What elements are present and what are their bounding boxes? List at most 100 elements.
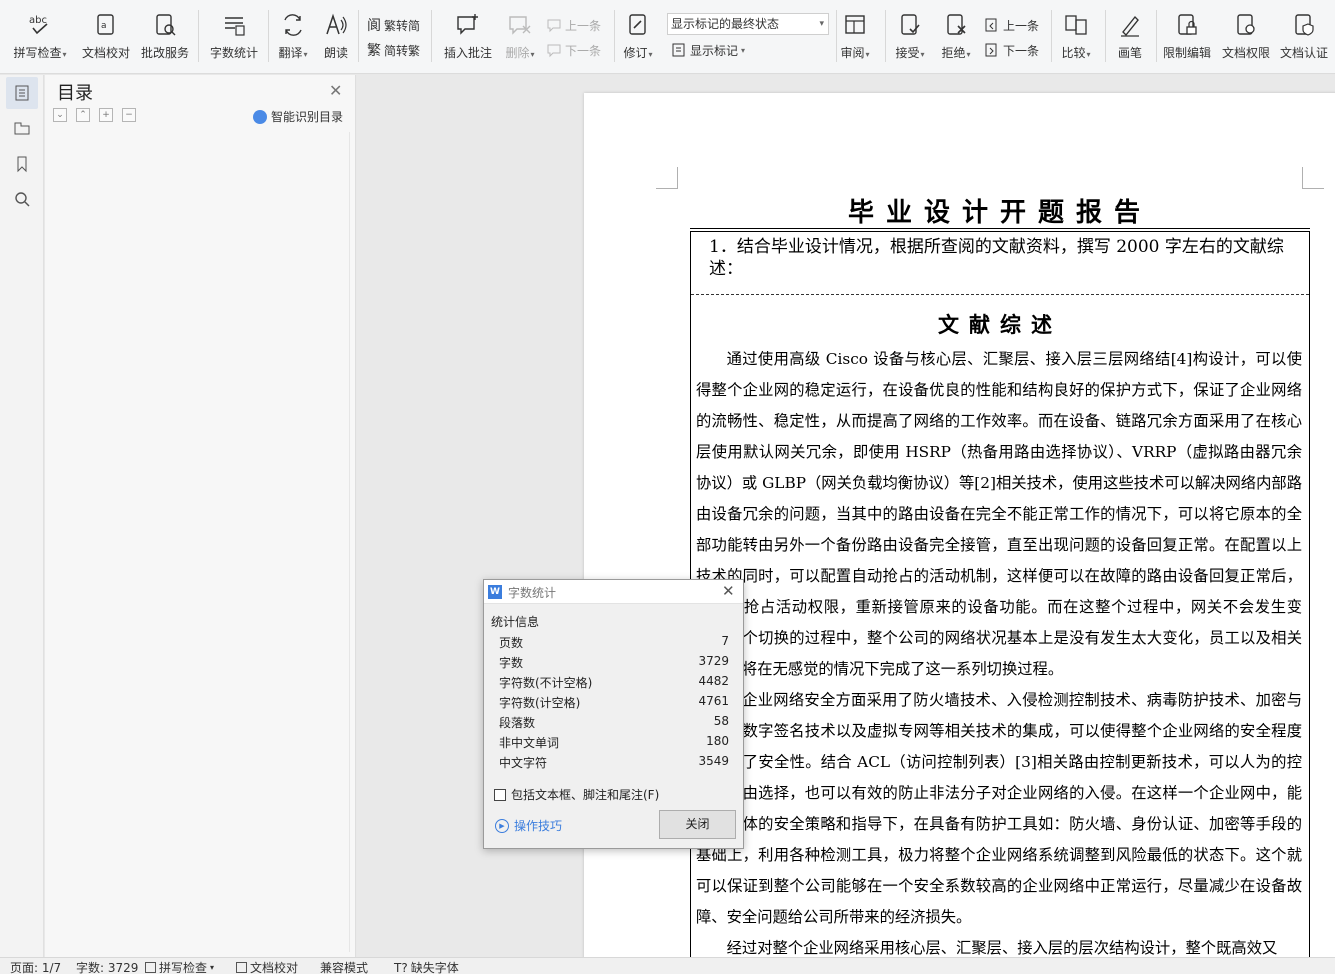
ribbon-separator bbox=[358, 10, 359, 62]
delete-comment-button[interactable]: 删除 bbox=[490, 8, 550, 64]
smart-icon bbox=[253, 109, 267, 124]
next-change-icon bbox=[985, 43, 997, 57]
prev-change-button[interactable]: 上一条 bbox=[984, 15, 1039, 35]
checkbox-icon bbox=[145, 962, 156, 973]
cell-divider bbox=[691, 294, 1309, 295]
accept-icon bbox=[901, 14, 920, 35]
lock-doc-icon bbox=[1178, 14, 1197, 35]
stats-row: 段落数 58 bbox=[499, 714, 729, 734]
proof-icon bbox=[236, 962, 247, 973]
simp-to-trad-button[interactable]: 繁 简转繁 bbox=[367, 40, 420, 60]
next-change-button[interactable]: 下一条 bbox=[984, 40, 1039, 60]
stats-row-value: 4482 bbox=[698, 674, 729, 688]
reject-button[interactable]: 拒绝 bbox=[926, 8, 986, 64]
ribbon-toolbar: abc 拼写检查 a 文档校对 批改服务 字数统计 翻译 朗读 阆 繁转简 繁 … bbox=[0, 0, 1335, 74]
dialog-titlebar[interactable]: W 字数统计 ✕ bbox=[484, 580, 743, 604]
stats-row-label: 中文字符 bbox=[499, 756, 548, 770]
simp-to-trad-label: 简转繁 bbox=[384, 43, 421, 58]
tips-label: 操作技巧 bbox=[514, 819, 563, 833]
stats-row-label: 非中文单词 bbox=[499, 736, 560, 750]
page-indicator[interactable]: 页面: 1/7 bbox=[10, 959, 61, 974]
chapter-nav-button[interactable] bbox=[6, 112, 38, 144]
simp-to-trad-icon: 繁 bbox=[367, 43, 381, 59]
toc-panel-button[interactable] bbox=[6, 77, 38, 109]
svg-text:abc: abc bbox=[29, 15, 47, 26]
prev-comment-label: 上一条 bbox=[565, 18, 602, 33]
stats-row: 字符数(计空格) 4761 bbox=[499, 694, 729, 714]
prev-comment-button[interactable]: 上一条 bbox=[546, 15, 601, 35]
correction-service-button[interactable]: 批改服务 bbox=[135, 8, 195, 64]
doc-cert-button[interactable]: 文档认证 bbox=[1274, 8, 1334, 64]
show-markup-icon bbox=[672, 43, 685, 57]
stats-row-label: 段落数 bbox=[499, 716, 536, 730]
stats-section-label: 统计信息 bbox=[491, 615, 540, 629]
smart-toc-button[interactable]: 智能识别目录 bbox=[253, 108, 343, 125]
read-aloud-icon bbox=[326, 13, 347, 35]
word-count-indicator[interactable]: 字数: 3729 bbox=[76, 959, 138, 974]
doc-cert-label: 文档认证 bbox=[1279, 46, 1328, 60]
word-count-dialog: W 字数统计 ✕ 统计信息 页数 7 字数 3729 字符数(不计空格) 4482 字符数(… bbox=[483, 579, 744, 849]
pen-icon bbox=[1121, 15, 1139, 37]
track-changes-button[interactable]: 修订 bbox=[608, 8, 668, 64]
next-comment-button[interactable]: 下一条 bbox=[546, 40, 601, 60]
track-changes-label: 修订 bbox=[598, 44, 678, 61]
close-icon[interactable]: ✕ bbox=[329, 81, 342, 100]
toc-icon bbox=[15, 85, 29, 101]
collapse-icon[interactable]: ⌄ bbox=[53, 108, 67, 122]
comment-prev-icon bbox=[547, 19, 561, 33]
comment-add-icon bbox=[457, 14, 478, 35]
review-pane-icon bbox=[845, 15, 865, 34]
close-icon[interactable]: ✕ bbox=[722, 582, 735, 600]
markup-mode-select[interactable]: 显示标记的最终状态 bbox=[667, 13, 829, 35]
stats-list: 页数 7 字数 3729 字符数(不计空格) 4482 字符数(计空格) 4761 段落数 58 非… bbox=[499, 634, 729, 774]
show-markup-button[interactable]: 显示标记 ▾ bbox=[671, 40, 745, 60]
read-aloud-button[interactable]: 朗读 bbox=[306, 8, 366, 64]
compare-icon bbox=[1065, 15, 1087, 35]
stats-row-label: 页数 bbox=[499, 636, 524, 650]
trad-to-simp-icon: 阆 bbox=[367, 18, 381, 34]
missing-font-button[interactable]: T? 缺失字体 bbox=[394, 959, 459, 974]
margin-corner bbox=[1302, 167, 1324, 189]
doc-proof-icon: a bbox=[97, 14, 114, 35]
paragraph: 在企业网络安全方面采用了防火墙技术、入侵检测控制技术、病毒防护技术、加密与认证和… bbox=[696, 691, 1302, 926]
spell-check-button[interactable]: abc 拼写检查 bbox=[10, 8, 70, 64]
toc-list bbox=[45, 132, 350, 952]
shield-doc-icon bbox=[1295, 14, 1314, 36]
status-bar: 页面: 1/7 字数: 3729 拼写检查 ▾ 文档校对 兼容模式 T? 缺失字体 bbox=[0, 957, 1335, 974]
stats-row-value: 58 bbox=[713, 714, 729, 728]
stats-row-value: 3549 bbox=[698, 754, 729, 768]
stats-row-label: 字符数(不计空格) bbox=[499, 676, 593, 690]
stats-row: 字符数(不计空格) 4482 bbox=[499, 674, 729, 694]
status-spell-check[interactable]: 拼写检查 ▾ bbox=[145, 959, 214, 974]
bookmark-icon bbox=[17, 156, 27, 173]
stats-row-label: 字数 bbox=[499, 656, 524, 670]
prev-change-icon bbox=[985, 18, 997, 32]
expand-icon[interactable]: ⌃ bbox=[76, 108, 90, 122]
play-icon: ▶ bbox=[495, 818, 509, 833]
status-doc-proof[interactable]: 文档校对 bbox=[236, 959, 298, 974]
close-button[interactable]: 关闭 bbox=[659, 810, 736, 839]
correction-service-icon bbox=[156, 14, 176, 36]
tips-link[interactable]: ▶ 操作技巧 bbox=[495, 817, 562, 834]
correction-service-label: 批改服务 bbox=[140, 46, 189, 60]
paragraph: 通过使用高级 Cisco 设备与核心层、汇聚层、接入层三层网络结[4]构设计，可… bbox=[696, 350, 1302, 678]
stats-row: 中文字符 3549 bbox=[499, 754, 729, 774]
comment-delete-icon bbox=[509, 16, 531, 35]
remove-level-icon[interactable]: − bbox=[122, 108, 136, 122]
checkbox-icon bbox=[494, 788, 506, 801]
svg-text:a: a bbox=[101, 21, 107, 31]
status-spell-label: 拼写检查 bbox=[159, 961, 208, 974]
bookmark-button[interactable] bbox=[6, 148, 38, 180]
trad-to-simp-button[interactable]: 阆 繁转简 bbox=[367, 15, 420, 35]
next-change-label: 下一条 bbox=[1003, 43, 1040, 58]
document-title: 毕业设计开题报告 bbox=[847, 198, 1152, 228]
show-markup-label: 显示标记 bbox=[690, 43, 739, 58]
search-icon bbox=[15, 192, 30, 207]
include-textbox-checkbox[interactable]: 包括文本框、脚注和尾注(F) bbox=[494, 786, 659, 803]
read-aloud-label: 朗读 bbox=[323, 46, 348, 60]
reject-icon bbox=[947, 14, 966, 35]
search-button[interactable] bbox=[6, 183, 38, 215]
toc-tools: ⌄ ⌃ + − bbox=[53, 108, 136, 122]
include-textbox-label: 包括文本框、脚注和尾注(F) bbox=[511, 788, 660, 802]
add-level-icon[interactable]: + bbox=[99, 108, 113, 122]
